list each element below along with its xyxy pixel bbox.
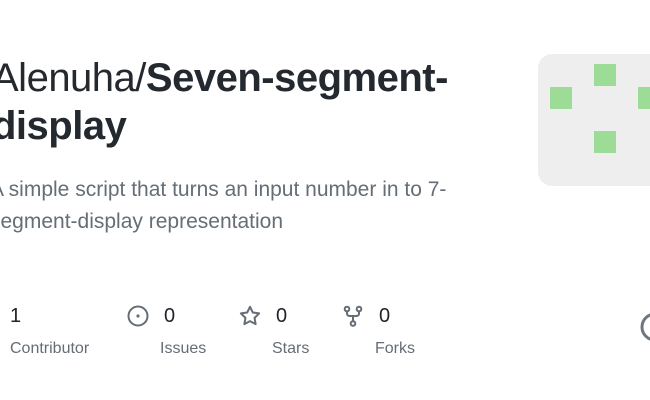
github-logo-icon [640,313,650,341]
forks-label: Forks [375,340,415,357]
stars-label: Stars [272,340,310,357]
repo-separator: / [135,56,146,100]
stars-count: 0 [276,304,288,327]
stat-issues[interactable]: 0 Issues [126,300,206,358]
issue-icon [127,305,149,327]
issues-count: 0 [164,304,176,327]
stat-stars[interactable]: 0 Stars [238,300,309,358]
repo-stats: 1 Contributor 0 Issues 0 Stars 0 Forks [0,300,650,370]
contributors-label: Contributor [10,340,90,357]
stat-forks[interactable]: 0 Forks [341,300,415,358]
fork-icon [343,305,363,327]
repo-social-card: Alenuha/Seven-segment-display A simple s… [0,0,650,400]
contributors-count: 1 [10,304,22,327]
avatar-pixel [638,87,650,109]
avatar-pixel [594,131,616,153]
repo-description: A simple script that turns an input numb… [0,178,447,233]
avatar-pixel [550,87,572,109]
stat-contributors[interactable]: 1 Contributor [0,300,89,358]
forks-count: 0 [379,304,391,327]
star-icon [239,305,261,326]
avatar-pixel [594,64,616,86]
owner-avatar[interactable] [538,54,650,186]
repo-title[interactable]: Alenuha/Seven-segment-display [0,54,512,150]
issues-label: Issues [160,340,207,357]
repo-owner[interactable]: Alenuha [0,56,136,100]
